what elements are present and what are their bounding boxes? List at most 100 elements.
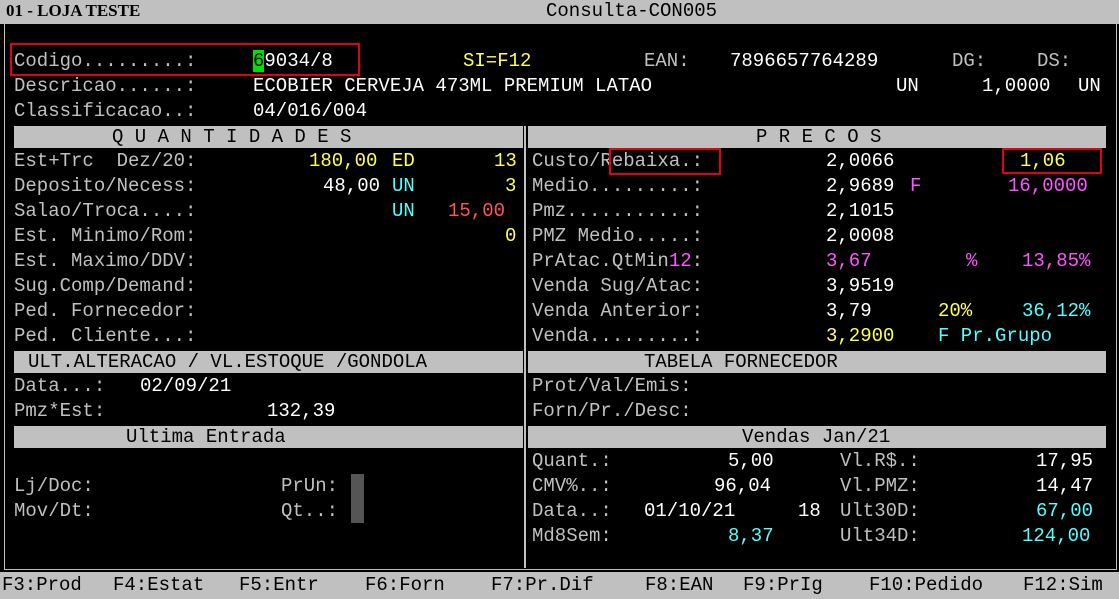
- qtd-deposito-unit: UN: [392, 175, 415, 197]
- tabela-fornecedor-header: TABELA FORNECEDOR: [528, 351, 1106, 373]
- vendas-quant-value: 5,00: [728, 450, 774, 472]
- qtd-salao-unit: UN: [392, 200, 415, 222]
- vendas-vlpmz-value: 14,47: [1036, 475, 1094, 497]
- quantidades-header: Q U A N T I D A D E S: [14, 126, 523, 148]
- fkey-f3[interactable]: F3:Prod: [2, 574, 82, 596]
- preco-venda-sug-value: 3,9519: [826, 275, 895, 297]
- unit-left: UN: [896, 75, 919, 97]
- preco-grupo-label: F Pr.Grupo: [938, 325, 1053, 347]
- fkey-f4[interactable]: F4:Estat: [113, 574, 204, 596]
- preco-venda-ant-pct: 20%: [938, 300, 973, 322]
- preco-atacado-pct: 13,85%: [1022, 250, 1091, 272]
- descricao-value: ECOBIER CERVEJA 473ML PREMIUM LATAO: [253, 75, 653, 97]
- fkey-f7[interactable]: F7:Pr.Dif: [491, 574, 594, 596]
- preco-medio-label: Medio.........:: [532, 175, 704, 197]
- mov-dt-label: Mov/Dt:: [14, 500, 94, 522]
- vendas-vlrs-label: Vl.R$.:: [840, 450, 920, 472]
- qtd-salao-label: Salao/Troca....:: [14, 200, 197, 222]
- si-label: SI=F12: [463, 50, 532, 72]
- qtd-deposito-value: 48,00: [323, 175, 381, 197]
- fkey-f12[interactable]: F12:Sim: [1023, 574, 1103, 596]
- qtd-deposito-count: 3: [505, 175, 517, 197]
- preco-pmz-label: Pmz...........:: [532, 200, 704, 222]
- vendas-md8sem-value: 8,37: [728, 525, 774, 547]
- vendas-ult30-label: Ult30D:: [840, 500, 920, 522]
- dg-label: DG:: [952, 50, 987, 72]
- classificacao-value: 04/016/004: [253, 100, 368, 122]
- vendas-quant-label: Quant.:: [532, 450, 612, 472]
- vendas-data-days: 18: [798, 500, 821, 522]
- preco-pmz-value: 2,1015: [826, 200, 895, 222]
- codigo-highlight: [10, 43, 360, 76]
- forn-pr-desc-label: Forn/Pr./Desc:: [532, 400, 692, 422]
- preco-venda-sug-label: Venda Sug/Atac:: [532, 275, 704, 297]
- ult-alteracao-header: ULT.ALTERACAO / VL.ESTOQUE /GONDOLA: [14, 351, 523, 373]
- vendas-cmv-label: CMV%..:: [532, 475, 612, 497]
- classificacao-label: Classificacao..:: [14, 100, 197, 122]
- store-name: 01 - LOJA TESTE: [6, 1, 141, 20]
- preco-venda-ant-margin: 36,12%: [1022, 300, 1091, 322]
- preco-venda-value: 3,2900: [826, 325, 895, 347]
- vendas-data-label: Data..:: [532, 500, 612, 522]
- ult-data-label: Data...:: [14, 375, 106, 397]
- qtd-pedcli-label: Ped. Cliente...:: [14, 325, 197, 347]
- qtd-est-trc-label: Est+Trc Dez/20:: [14, 150, 197, 172]
- preco-medio-flag: F: [910, 175, 922, 197]
- prot-val-emis-label: Prot/Val/Emis:: [532, 375, 692, 397]
- preco-atacado-pct-sign: %: [966, 250, 978, 272]
- qtd-minimo-value: 0: [505, 225, 517, 247]
- precos-header: P R E C O S: [528, 126, 1106, 148]
- preco-pmz-medio-value: 2,0008: [826, 225, 895, 247]
- vendas-header: Vendas Jan/21: [528, 426, 1106, 448]
- rebaixa-value-highlight: [1002, 148, 1102, 174]
- rebaixa-highlight: [609, 148, 721, 175]
- qtd-salao-value: 15,00: [448, 200, 506, 222]
- preco-medio-value: 2,9689: [826, 175, 895, 197]
- qtd-deposito-label: Deposito/Necess:: [14, 175, 197, 197]
- qtd-est-trc-count: 13: [494, 150, 517, 172]
- preco-atacado-value: 3,67: [826, 250, 872, 272]
- vendas-cmv-value: 96,04: [714, 475, 772, 497]
- fkey-f10[interactable]: F10:Pedido: [869, 574, 983, 596]
- vendas-ult30-value: 67,00: [1036, 500, 1094, 522]
- vendas-ult34-label: Ult34D:: [840, 525, 920, 547]
- fkey-f9[interactable]: F9:PrIg: [743, 574, 823, 596]
- prun-label: PrUn:: [281, 475, 339, 497]
- vendas-vlpmz-label: Vl.PMZ:: [840, 475, 920, 497]
- ult-data-value: 02/09/21: [140, 375, 232, 397]
- qtd-est-trc-value: 180,00: [309, 150, 378, 172]
- ds-label: DS:: [1037, 50, 1072, 72]
- lj-doc-label: Lj/Doc:: [14, 475, 94, 497]
- vendas-md8sem-label: Md8Sem:: [532, 525, 612, 547]
- fkey-f5[interactable]: F5:Entr: [239, 574, 319, 596]
- entrada-input-cursor[interactable]: [351, 474, 364, 523]
- ultima-entrada-header: Ultima Entrada: [14, 426, 523, 448]
- preco-venda-ant-label: Venda Anterior:: [532, 300, 704, 322]
- fkey-f6[interactable]: F6:Forn: [365, 574, 445, 596]
- qtd-pedforn-label: Ped. Fornecedor:: [14, 300, 197, 322]
- fkey-f8[interactable]: F8:EAN: [645, 574, 713, 596]
- preco-atacado-label: PrAtac.QtMin12:: [532, 250, 704, 272]
- pmz-est-value: 132,39: [267, 400, 336, 422]
- preco-venda-label: Venda.........:: [532, 325, 704, 347]
- ean-value: 7896657764289: [730, 50, 879, 72]
- pmz-est-label: Pmz*Est:: [14, 400, 106, 422]
- vendas-data-value: 01/10/21: [644, 500, 736, 522]
- title-bar: 01 - LOJA TESTE Consulta-CON005: [0, 0, 1119, 24]
- preco-custo-value: 2,0066: [826, 150, 895, 172]
- ean-label: EAN:: [644, 50, 690, 72]
- qtd-sugcomp-label: Sug.Comp/Demand:: [14, 275, 197, 297]
- preco-venda-ant-value: 3,79: [826, 300, 872, 322]
- descricao-label: Descricao......:: [14, 75, 197, 97]
- function-key-bar: F3:Prod F4:Estat F5:Entr F6:Forn F7:Pr.D…: [0, 572, 1119, 599]
- qtd-minimo-label: Est. Minimo/Rom:: [14, 225, 197, 247]
- unit-right: UN: [1078, 75, 1101, 97]
- preco-medio-right: 16,0000: [1008, 175, 1088, 197]
- qtd-est-trc-unit: ED: [392, 150, 415, 172]
- qtd-maximo-label: Est. Maximo/DDV:: [14, 250, 197, 272]
- column-divider: [524, 126, 526, 568]
- vendas-ult34-value: 124,00: [1022, 525, 1091, 547]
- vendas-vlrs-value: 17,95: [1036, 450, 1094, 472]
- unit-qty: 1,0000: [982, 75, 1051, 97]
- window-title: Consulta-CON005: [546, 0, 718, 22]
